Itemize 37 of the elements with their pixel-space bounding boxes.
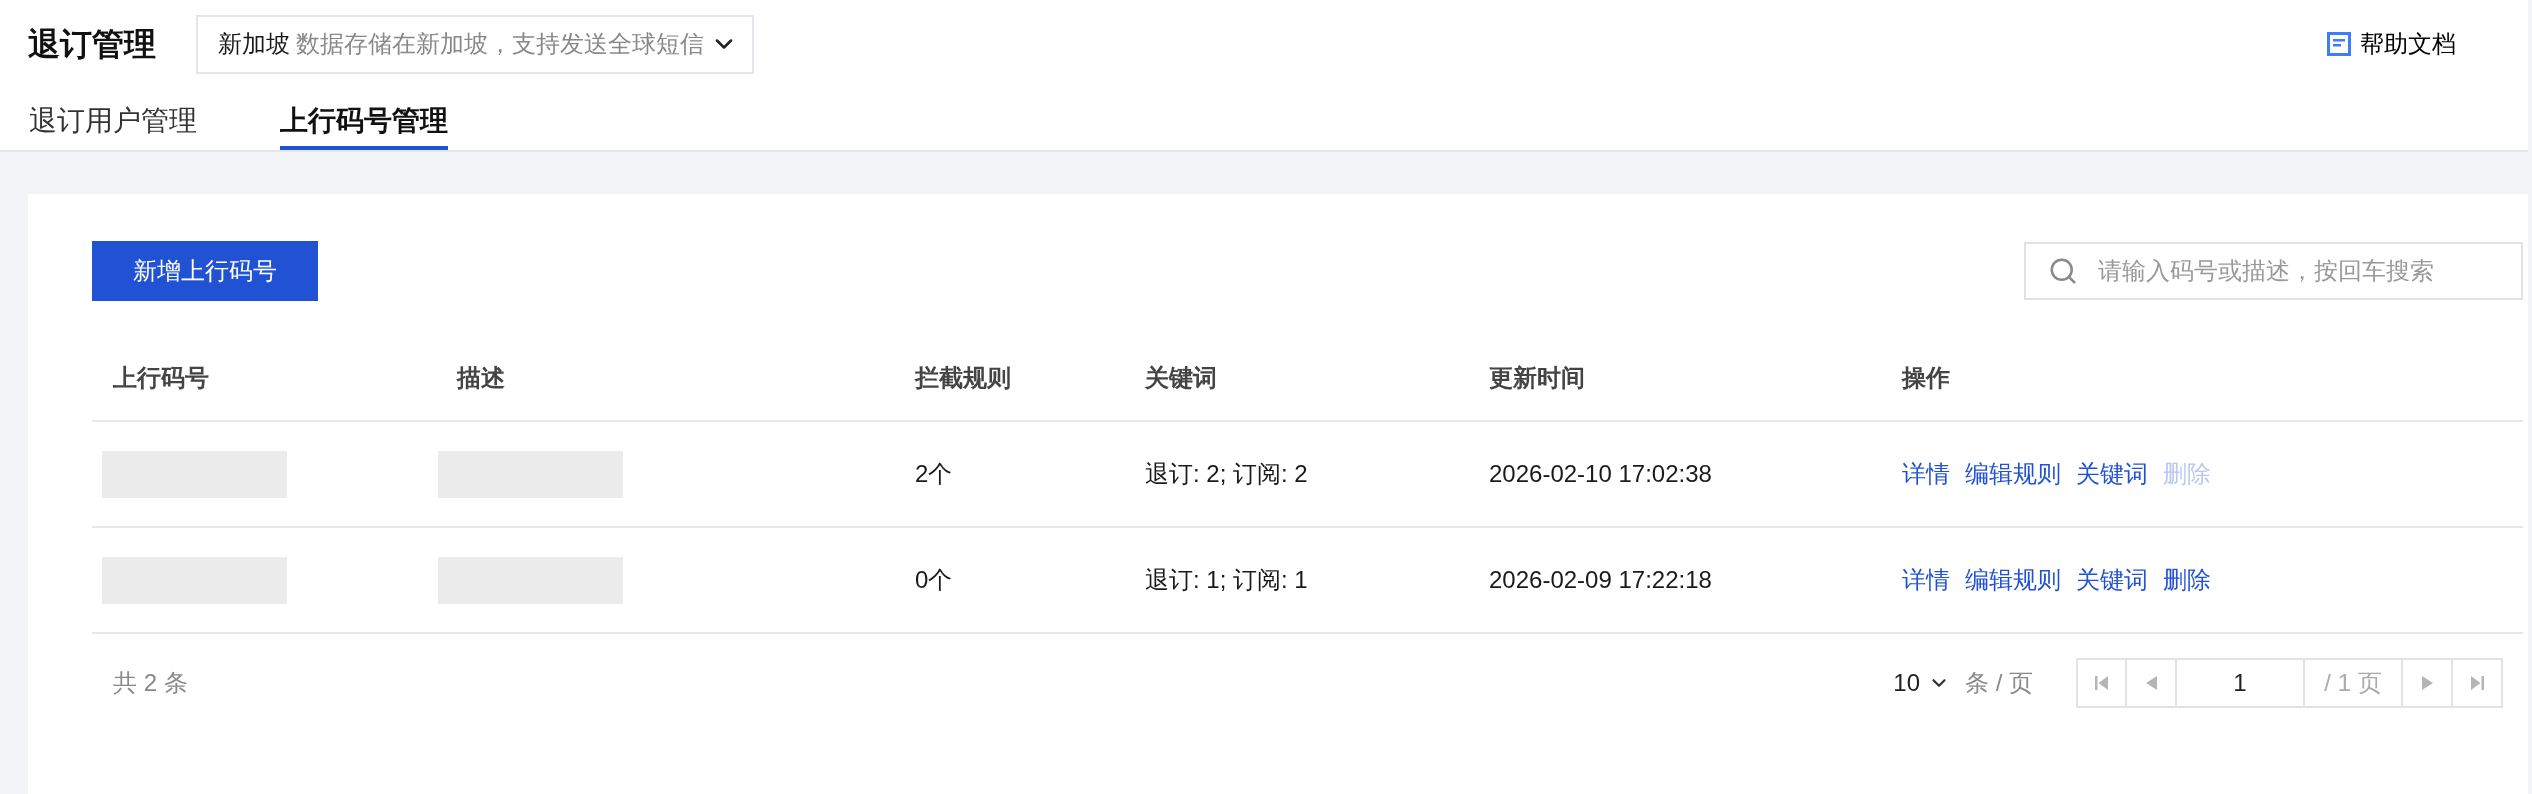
search-icon	[2048, 256, 2078, 286]
action-link[interactable]: 关键词	[2076, 458, 2148, 490]
help-link[interactable]: 帮助文档	[2327, 28, 2456, 60]
search-field[interactable]: 请输入码号或描述，按回车搜索	[2024, 242, 2523, 300]
action-link[interactable]: 详情	[1902, 564, 1950, 596]
column-header: 描述	[455, 362, 506, 393]
region-select[interactable]: 新加坡 数据存储在新加坡，支持发送全球短信	[196, 14, 754, 74]
page-title: 退订管理	[28, 28, 156, 60]
action-link[interactable]: 编辑规则	[1965, 458, 2061, 490]
table-cell-text: 2026-02-10 17:02:38	[1488, 460, 1713, 488]
document-icon	[2327, 32, 2351, 56]
table-cell-text: 退订: 2; 订阅: 2	[1144, 459, 1309, 489]
column-header: 关键词	[1144, 362, 1218, 393]
column-header: 更新时间	[1488, 362, 1586, 393]
page-total: / 1 页	[2303, 658, 2401, 708]
total-count: 共 2 条	[113, 668, 188, 698]
page-size-select[interactable]: 10	[1893, 669, 1950, 697]
triangle-right-icon	[2421, 676, 2433, 690]
add-button[interactable]: 新增上行码号	[92, 241, 318, 301]
page-input[interactable]: 1	[2175, 658, 2303, 708]
triangle-left-icon	[2145, 676, 2157, 690]
action-link[interactable]: 关键词	[2076, 564, 2148, 596]
tab[interactable]: 上行码号管理	[280, 88, 448, 150]
skip-start-icon	[2094, 675, 2109, 691]
table-cell-text: 0个	[914, 565, 954, 595]
page-size-label: 条 / 页	[1965, 668, 2033, 698]
action-link[interactable]: 删除	[2163, 564, 2211, 596]
tab[interactable]: 退订用户管理	[29, 88, 197, 150]
column-header: 上行码号	[112, 362, 210, 393]
table-cell-text: 2026-02-09 17:22:18	[1488, 566, 1713, 594]
action-link[interactable]: 详情	[1902, 458, 1950, 490]
column-header: 拦截规则	[913, 362, 1012, 393]
table-cell-text: 退订: 1; 订阅: 1	[1144, 565, 1309, 595]
column-header: 操作	[1900, 362, 1951, 393]
action-link[interactable]: 编辑规则	[1965, 564, 2061, 596]
table-cell-text: 2个	[914, 459, 954, 489]
skip-end-icon	[2470, 675, 2484, 691]
